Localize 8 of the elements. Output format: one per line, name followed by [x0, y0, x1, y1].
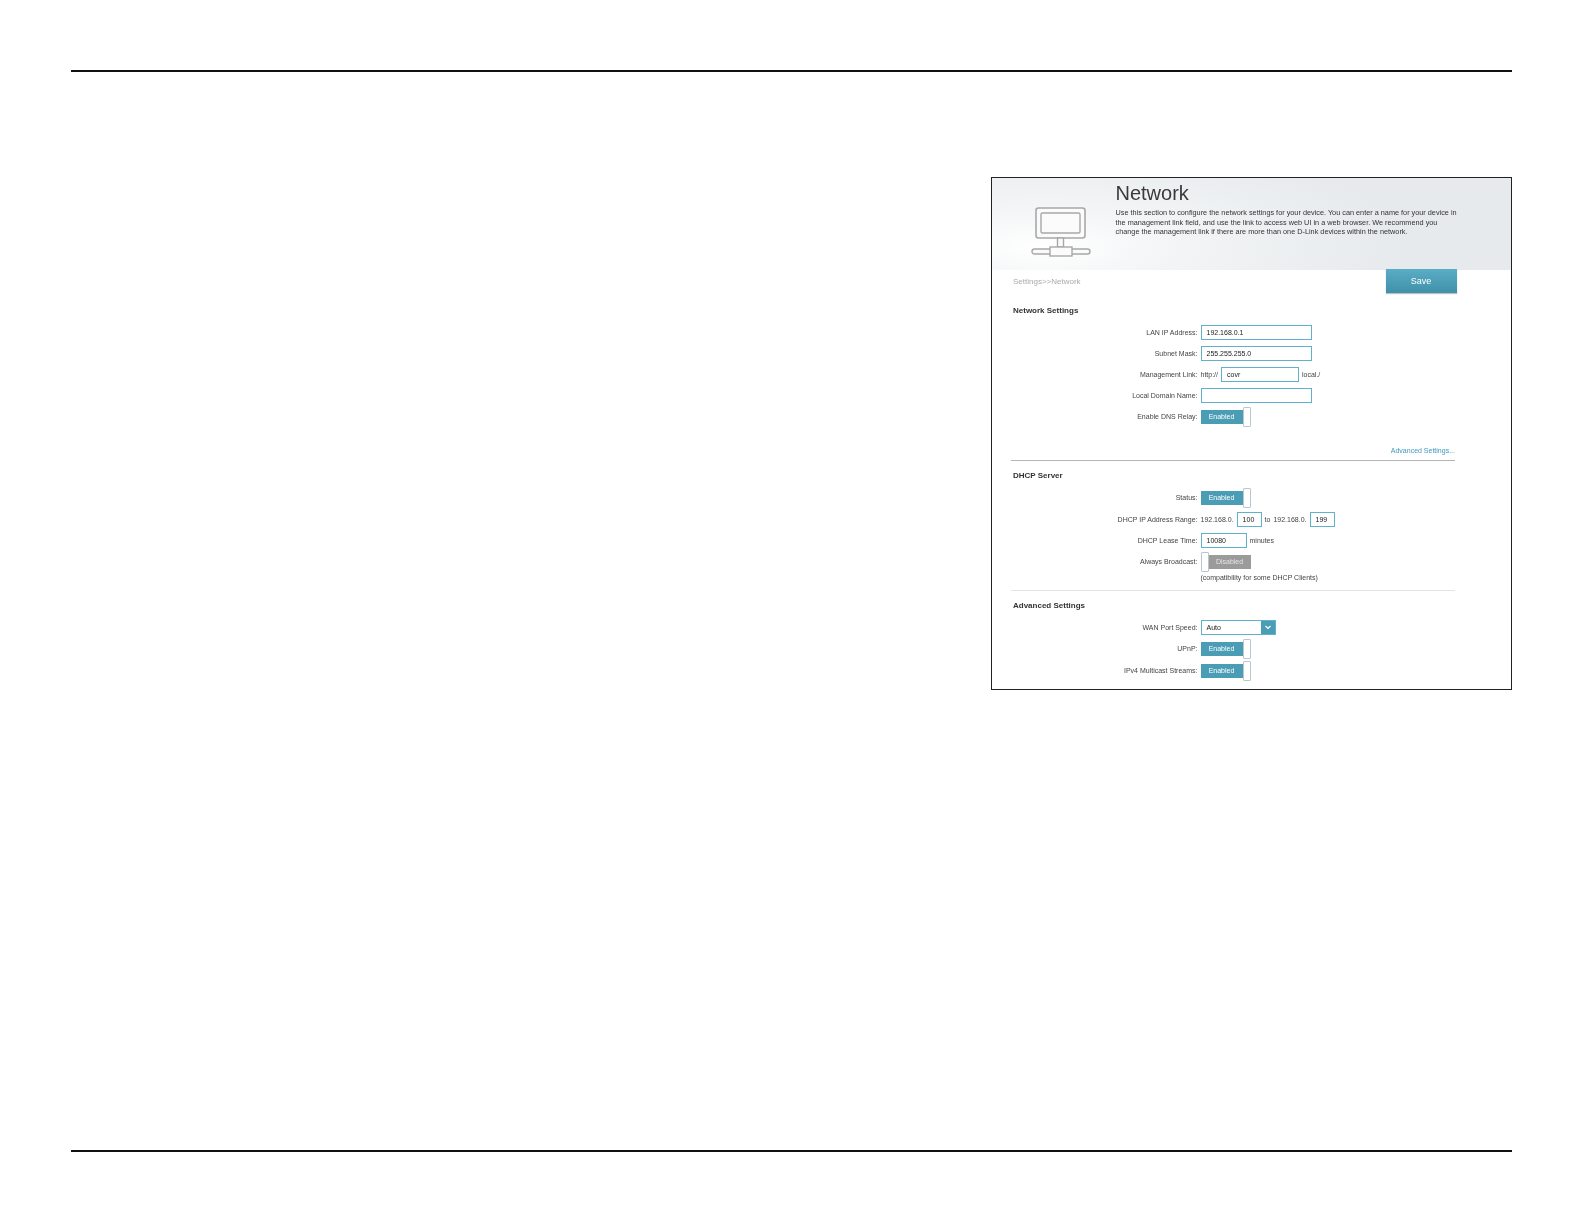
page-title: Network [1115, 182, 1190, 204]
section-heading: Advanced Settings [1012, 599, 1086, 612]
chevron-down-icon [1260, 620, 1275, 634]
monitor-icon [1030, 207, 1091, 257]
section-heading: DHCP Server [1012, 469, 1064, 482]
input-field[interactable] [1200, 387, 1312, 403]
section-heading: Network Settings [1012, 304, 1080, 317]
breadcrumb: Settings>>Network [1013, 275, 1081, 288]
